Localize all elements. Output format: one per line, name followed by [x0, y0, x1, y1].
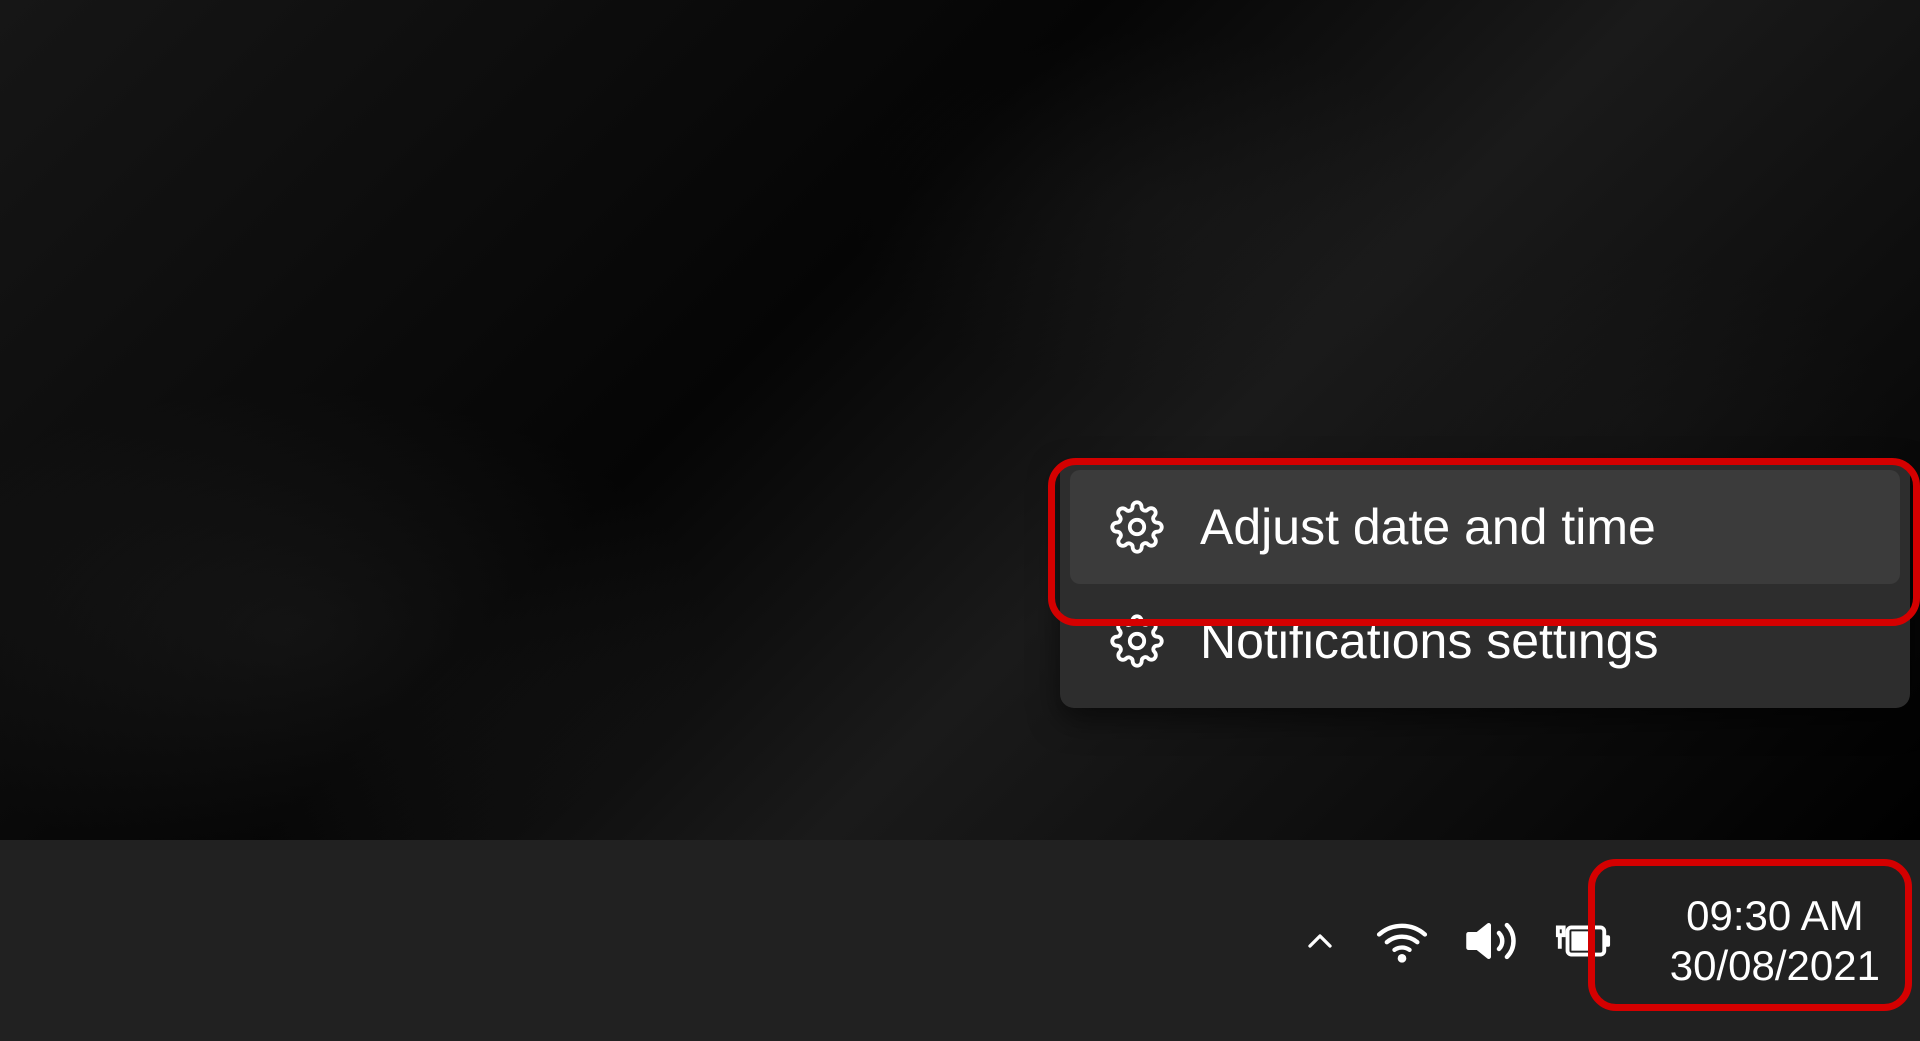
volume-icon[interactable] — [1464, 914, 1518, 968]
clock-date: 30/08/2021 — [1670, 941, 1880, 991]
menu-item-label: Adjust date and time — [1200, 498, 1656, 556]
taskbar-clock[interactable]: 09:30 AM 30/08/2021 — [1648, 881, 1902, 1000]
gear-icon — [1110, 500, 1164, 554]
gear-icon — [1110, 614, 1164, 668]
menu-item-adjust-date-time[interactable]: Adjust date and time — [1070, 470, 1900, 584]
taskbar: 09:30 AM 30/08/2021 — [0, 840, 1920, 1041]
battery-charging-icon[interactable] — [1554, 919, 1612, 963]
desktop-wallpaper — [0, 0, 1920, 840]
menu-item-notifications-settings[interactable]: Notifications settings — [1070, 584, 1900, 698]
wifi-icon[interactable] — [1376, 915, 1428, 967]
clock-time: 09:30 AM — [1670, 891, 1880, 941]
menu-item-label: Notifications settings — [1200, 612, 1659, 670]
clock-context-menu: Adjust date and time Notifications setti… — [1060, 460, 1910, 708]
show-hidden-icons[interactable] — [1300, 921, 1340, 961]
